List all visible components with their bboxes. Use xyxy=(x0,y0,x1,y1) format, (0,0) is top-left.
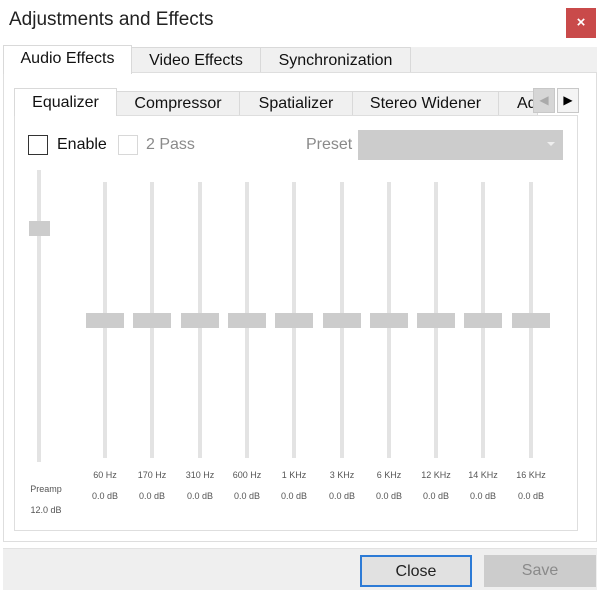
tab-advanced[interactable]: Advanced xyxy=(498,91,538,115)
band-value-label: 0.0 dB xyxy=(517,491,545,501)
preamp-track[interactable] xyxy=(37,170,41,462)
tab-label: Equalizer xyxy=(32,94,99,111)
tab-label: Audio Effects xyxy=(20,50,115,67)
tab-compressor[interactable]: Compressor xyxy=(116,91,240,115)
band-slider-thumb[interactable] xyxy=(370,313,408,328)
enable-checkbox[interactable] xyxy=(28,135,48,155)
two-pass-label: 2 Pass xyxy=(146,136,195,153)
preset-select[interactable] xyxy=(358,130,563,160)
close-button[interactable]: Close xyxy=(360,555,472,587)
tab-spatializer[interactable]: Spatializer xyxy=(239,91,353,115)
band-slider-thumb[interactable] xyxy=(228,313,266,328)
chevron-right-icon: ▶ xyxy=(563,93,573,107)
preamp-value: 12.0 dB xyxy=(30,505,62,515)
tab-audio-effects[interactable]: Audio Effects xyxy=(3,45,132,74)
tab-video-effects[interactable]: Video Effects xyxy=(131,47,261,73)
tab-label: Stereo Widener xyxy=(369,95,482,112)
band-slider-thumb[interactable] xyxy=(323,313,361,328)
window-title: Adjustments and Effects xyxy=(9,9,214,30)
save-button[interactable]: Save xyxy=(484,555,596,587)
tab-label: Spatializer xyxy=(258,95,334,112)
preset-label: Preset xyxy=(306,136,353,153)
preamp-label: Preamp xyxy=(30,484,62,494)
band-slider-thumb[interactable] xyxy=(417,313,455,328)
tab-equalizer[interactable]: Equalizer xyxy=(14,88,117,116)
band-slider-thumb[interactable] xyxy=(181,313,219,328)
tab-synchronization[interactable]: Synchronization xyxy=(260,47,411,73)
tab-label: Synchronization xyxy=(278,52,393,69)
tab-label: Video Effects xyxy=(149,52,243,69)
chevron-left-icon: ◀ xyxy=(539,93,549,107)
main-tabs: Audio Effects Video Effects Synchronizat… xyxy=(3,45,599,74)
tab-scroll-left-button[interactable]: ◀ xyxy=(533,88,555,113)
band-slider-thumb[interactable] xyxy=(275,313,313,328)
tab-scroll-right-button[interactable]: ▶ xyxy=(557,88,579,113)
band-slider-thumb[interactable] xyxy=(86,313,124,328)
band-slider-thumb[interactable] xyxy=(512,313,550,328)
two-pass-checkbox[interactable] xyxy=(118,135,138,155)
title-bar: Adjustments and Effects × xyxy=(0,0,600,42)
close-icon: × xyxy=(576,14,586,31)
enable-label: Enable xyxy=(57,136,107,153)
chevron-down-icon xyxy=(547,142,555,146)
band-slider-thumb[interactable] xyxy=(464,313,502,328)
preamp-slider-thumb[interactable] xyxy=(29,221,50,236)
close-window-button[interactable]: × xyxy=(566,8,596,38)
tab-stereo-widener[interactable]: Stereo Widener xyxy=(352,91,499,115)
band-frequency-label: 16 KHz xyxy=(516,470,546,480)
tab-label: Compressor xyxy=(134,95,222,112)
band-slider-thumb[interactable] xyxy=(133,313,171,328)
